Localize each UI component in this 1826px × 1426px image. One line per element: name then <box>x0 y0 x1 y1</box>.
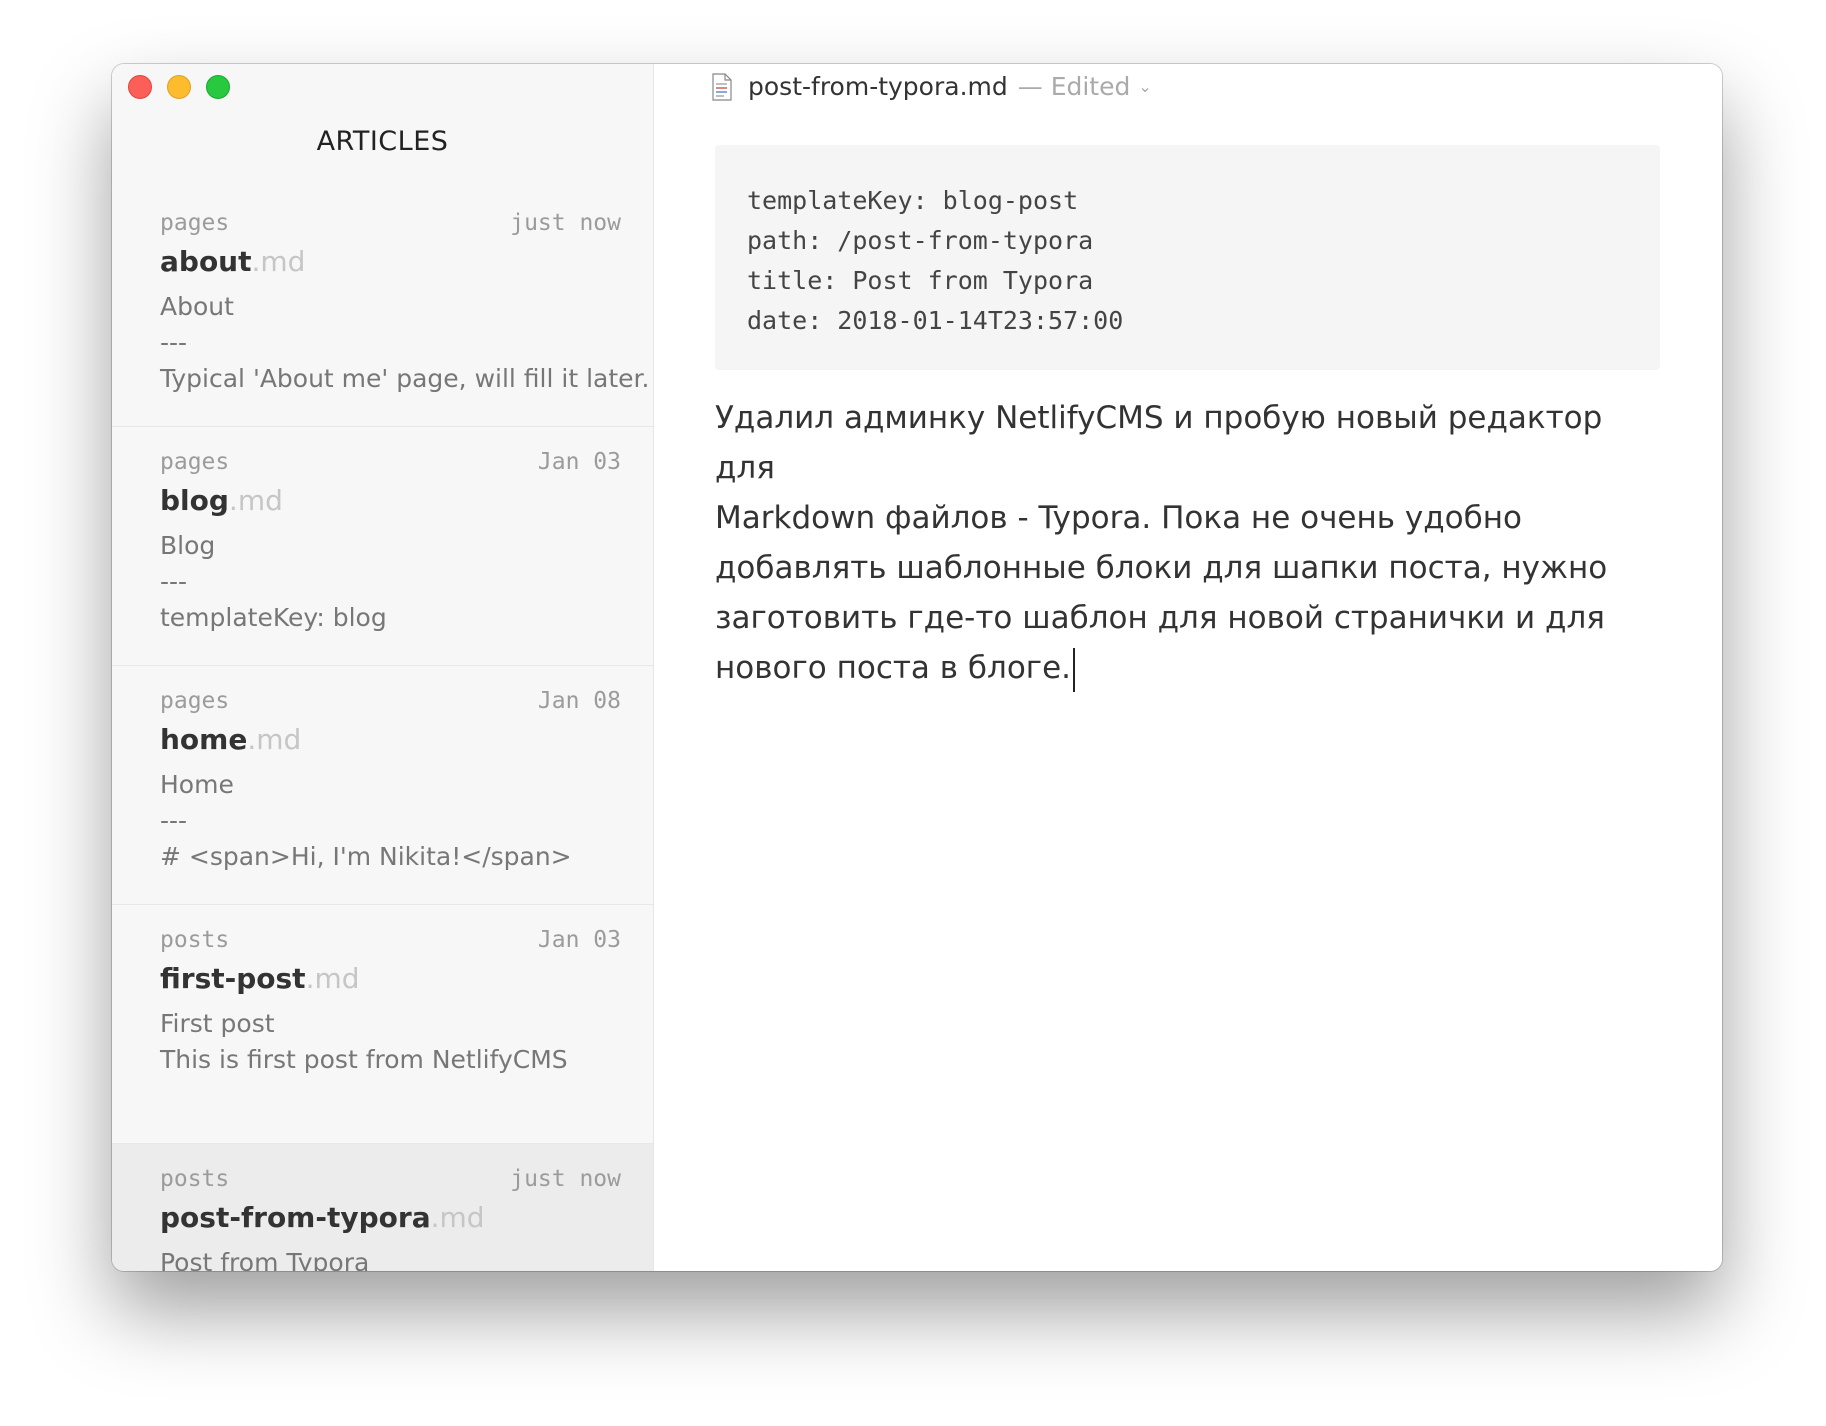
body-line: заготовить где-то шаблон для новой стран… <box>715 600 1605 636</box>
front-matter-line: title: Post from Typora <box>747 266 1094 295</box>
document-status: — Edited <box>1017 72 1131 101</box>
file-extension: .md <box>251 245 306 278</box>
maximize-window-button[interactable] <box>206 75 230 99</box>
file-modified-time: Jan 03 <box>537 927 621 953</box>
file-preview-line: Post from Typora <box>160 1248 370 1271</box>
file-preview-line: Home <box>160 770 234 799</box>
document-title: post-from-typora.md <box>748 72 1008 101</box>
window-controls <box>128 75 230 99</box>
file-preview-line: First post <box>160 1009 275 1038</box>
body-line: Markdown файлов - Typora. Пока не очень … <box>715 500 1522 536</box>
file-basename: home <box>160 723 248 756</box>
file-extension: .md <box>305 962 360 995</box>
file-item-post-from-typora[interactable]: posts just now post-from-typora.md Post … <box>112 1144 653 1271</box>
minimize-window-button[interactable] <box>167 75 191 99</box>
file-item-first-post[interactable]: posts Jan 03 first-post.md First post Th… <box>112 905 653 1144</box>
body-line: нового поста в блоге. <box>715 650 1072 686</box>
document-titlebar[interactable]: post-from-typora.md — Edited ⌄ <box>712 72 1152 101</box>
file-name: about.md <box>160 245 305 278</box>
file-extension: .md <box>430 1201 485 1234</box>
file-basename: about <box>160 245 252 278</box>
file-modified-time: Jan 03 <box>537 449 621 475</box>
file-preview-line: About <box>160 292 234 321</box>
file-folder: pages <box>160 688 230 714</box>
file-item-home[interactable]: pages Jan 08 home.md Home --- # <span>Hi… <box>112 666 653 905</box>
file-basename: post-from-typora <box>160 1201 431 1234</box>
file-preview-line: This is first post from NetlifyCMS <box>160 1045 568 1074</box>
file-extension: .md <box>228 484 283 517</box>
front-matter-line: templateKey: blog-post <box>747 186 1079 215</box>
file-modified-time: Jan 08 <box>537 688 621 714</box>
document-icon <box>712 72 732 101</box>
file-folder: pages <box>160 210 230 236</box>
text-cursor <box>1073 647 1076 692</box>
file-modified-time: just now <box>510 1166 621 1192</box>
editor-pane[interactable]: post-from-typora.md — Edited ⌄ templateK… <box>654 64 1722 1271</box>
front-matter-block[interactable]: templateKey: blog-post path: /post-from-… <box>715 145 1660 370</box>
file-item-blog[interactable]: pages Jan 03 blog.md Blog --- templateKe… <box>112 427 653 666</box>
sidebar-title: ARTICLES <box>316 126 449 157</box>
file-folder: posts <box>160 927 230 953</box>
file-basename: first-post <box>160 962 306 995</box>
chevron-down-icon[interactable]: ⌄ <box>1138 77 1151 96</box>
document-body[interactable]: Удалил админку NetlifyCMS и пробую новый… <box>715 393 1660 693</box>
typora-window: ARTICLES pages just now about.md About -… <box>112 64 1722 1271</box>
file-name: post-from-typora.md <box>160 1201 485 1234</box>
file-name: blog.md <box>160 484 283 517</box>
file-preview-line: # <span>Hi, I'm Nikita!</span> <box>160 842 572 871</box>
body-line: Удалил админку NetlifyCMS и пробую новый… <box>715 400 1603 486</box>
file-preview-line: templateKey: blog <box>160 603 387 632</box>
body-line-last: нового поста в блоге. <box>715 643 1660 693</box>
file-preview-line: --- <box>160 567 188 596</box>
file-preview-line: --- <box>160 328 188 357</box>
file-basename: blog <box>160 484 229 517</box>
file-preview-line: Blog <box>160 531 216 560</box>
file-list: pages just now about.md About --- Typica… <box>112 188 653 1271</box>
file-sidebar: ARTICLES pages just now about.md About -… <box>112 64 654 1271</box>
front-matter-line: path: /post-from-typora <box>747 226 1094 255</box>
file-preview-line: --- <box>160 806 188 835</box>
file-folder: posts <box>160 1166 230 1192</box>
close-window-button[interactable] <box>128 75 152 99</box>
body-line: добавлять шаблонные блоки для шапки пост… <box>715 550 1608 586</box>
file-folder: pages <box>160 449 230 475</box>
file-modified-time: just now <box>510 210 621 236</box>
file-extension: .md <box>247 723 302 756</box>
file-name: first-post.md <box>160 962 360 995</box>
file-preview-line: Typical 'About me' page, will fill it la… <box>160 364 650 393</box>
file-name: home.md <box>160 723 301 756</box>
front-matter-line: date: 2018-01-14T23:57:00 <box>747 306 1124 335</box>
file-item-about[interactable]: pages just now about.md About --- Typica… <box>112 188 653 427</box>
